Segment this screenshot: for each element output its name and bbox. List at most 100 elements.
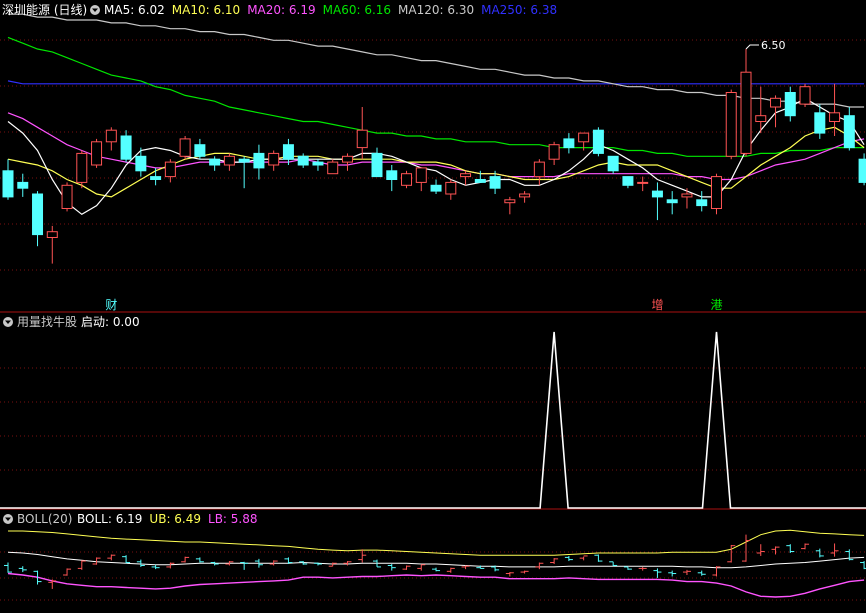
collapse-icon[interactable] (3, 514, 13, 524)
candle[interactable] (651, 182, 663, 221)
candlesticks[interactable] (2, 49, 866, 264)
ohlc-bar (240, 561, 249, 570)
candle[interactable] (297, 153, 309, 168)
candle[interactable] (563, 133, 575, 154)
candle[interactable] (445, 179, 457, 200)
candle[interactable] (135, 147, 147, 177)
candle[interactable] (607, 155, 619, 174)
event-markers: 财增港 (105, 298, 722, 312)
candle[interactable] (622, 176, 634, 189)
indicator-header: 用量找牛股 启动: 0.00 (3, 314, 140, 329)
ohlc-bar (860, 561, 866, 570)
ohlc-bar (461, 565, 470, 570)
stock-chart-canvas[interactable]: 财增港 6.50 深圳能源 (日线) MA5: 6.02 MA10: 6.10 MA… (0, 0, 866, 613)
candle[interactable] (253, 144, 265, 180)
candle[interactable] (548, 141, 560, 165)
chart-title: 深圳能源 (日线) (2, 3, 87, 17)
candle[interactable] (637, 176, 649, 192)
ohlc-bar (742, 534, 750, 562)
candle[interactable] (843, 107, 855, 151)
legend-ma120: MA120: 6.30 (398, 3, 474, 17)
boll-header: BOLL(20) BOLL: 6.19 UB: 6.49 LB: 5.88 (3, 512, 258, 526)
candle[interactable] (415, 167, 427, 192)
main-price-panel[interactable]: 财增港 6.50 深圳能源 (日线) MA5: 6.02 MA10: 6.10 MA… (2, 3, 866, 312)
candle[interactable] (519, 191, 531, 203)
candle[interactable] (356, 107, 368, 160)
candle[interactable] (725, 89, 737, 160)
signal-line (0, 331, 866, 509)
ma-legend: MA5: 6.02 MA10: 6.10 MA20: 6.19 MA60: 6.16 M… (104, 3, 557, 17)
candle[interactable] (209, 156, 221, 171)
candle[interactable] (799, 83, 811, 107)
ohlc-bar (579, 555, 588, 561)
ohlc-bar (697, 570, 706, 576)
candle[interactable] (681, 188, 693, 209)
boll-legend: BOLL: 6.19 UB: 6.49 LB: 5.88 (77, 512, 258, 526)
ohlc-bar (18, 566, 27, 573)
ohlc-bar (801, 543, 810, 550)
candle[interactable] (2, 159, 14, 200)
candle[interactable] (460, 170, 472, 186)
ohlc-bar (564, 555, 573, 562)
candle[interactable] (120, 130, 132, 163)
candle[interactable] (194, 138, 206, 160)
ohlc-bar (668, 570, 677, 577)
candle[interactable] (327, 159, 339, 175)
candle[interactable] (740, 49, 752, 157)
ohlc-bar (446, 567, 455, 573)
candle[interactable] (105, 127, 117, 151)
legend-boll_mid: BOLL: 6.19 (77, 512, 142, 526)
boll-panel[interactable]: BOLL(20) BOLL: 6.19 UB: 6.49 LB: 5.88 (3, 512, 866, 598)
ma250-line (7, 80, 865, 85)
candle[interactable] (238, 156, 250, 189)
collapse-icon[interactable] (90, 5, 100, 15)
candle[interactable] (710, 173, 722, 215)
candle[interactable] (592, 127, 604, 157)
ohlc-bar (195, 557, 204, 563)
indicator-panel[interactable]: 用量找牛股 启动: 0.00 (0, 314, 866, 509)
candle[interactable] (371, 147, 383, 178)
ohlc-bar (151, 564, 160, 570)
ohlc-bar (594, 554, 603, 562)
ohlc-bar (343, 561, 352, 566)
candle[interactable] (46, 225, 58, 264)
candle[interactable] (401, 170, 413, 189)
ohlc-bar (122, 555, 131, 564)
boll-lower-band (7, 572, 865, 598)
candle[interactable] (430, 179, 442, 195)
candle[interactable] (386, 165, 398, 192)
event-marker: 财 (105, 298, 117, 312)
ohlc-bar (181, 556, 190, 563)
ohlc-bar (771, 546, 780, 555)
candle[interactable] (696, 191, 708, 212)
boll-title: BOLL(20) (17, 512, 72, 526)
candle[interactable] (17, 173, 29, 197)
candle[interactable] (533, 159, 545, 186)
candle[interactable] (150, 167, 162, 186)
legend-signal: 启动: 0.00 (81, 315, 140, 329)
legend-ma250: MA250: 6.38 (481, 3, 557, 17)
candle[interactable] (91, 138, 103, 168)
boll-middle-band (7, 551, 865, 569)
candle[interactable] (858, 153, 866, 186)
legend-boll_lb: LB: 5.88 (208, 512, 258, 526)
ohlc-bar (4, 562, 12, 573)
candle[interactable] (666, 191, 678, 215)
candle[interactable] (268, 150, 280, 171)
collapse-icon[interactable] (3, 317, 13, 327)
candle[interactable] (504, 196, 516, 215)
candle[interactable] (341, 153, 353, 171)
candle[interactable] (164, 159, 176, 183)
candle[interactable] (784, 86, 796, 122)
ohlc-bar (136, 559, 145, 567)
candle[interactable] (76, 150, 88, 189)
indicator-title: 用量找牛股 (17, 314, 77, 329)
ohlc-bar (682, 569, 691, 575)
candle[interactable] (32, 191, 44, 247)
candle[interactable] (179, 136, 191, 160)
ohlc-bar (432, 567, 441, 572)
ohlc-bar (623, 566, 632, 570)
candle[interactable] (223, 153, 235, 171)
candle[interactable] (61, 182, 73, 212)
ohlc-bar (653, 568, 662, 578)
